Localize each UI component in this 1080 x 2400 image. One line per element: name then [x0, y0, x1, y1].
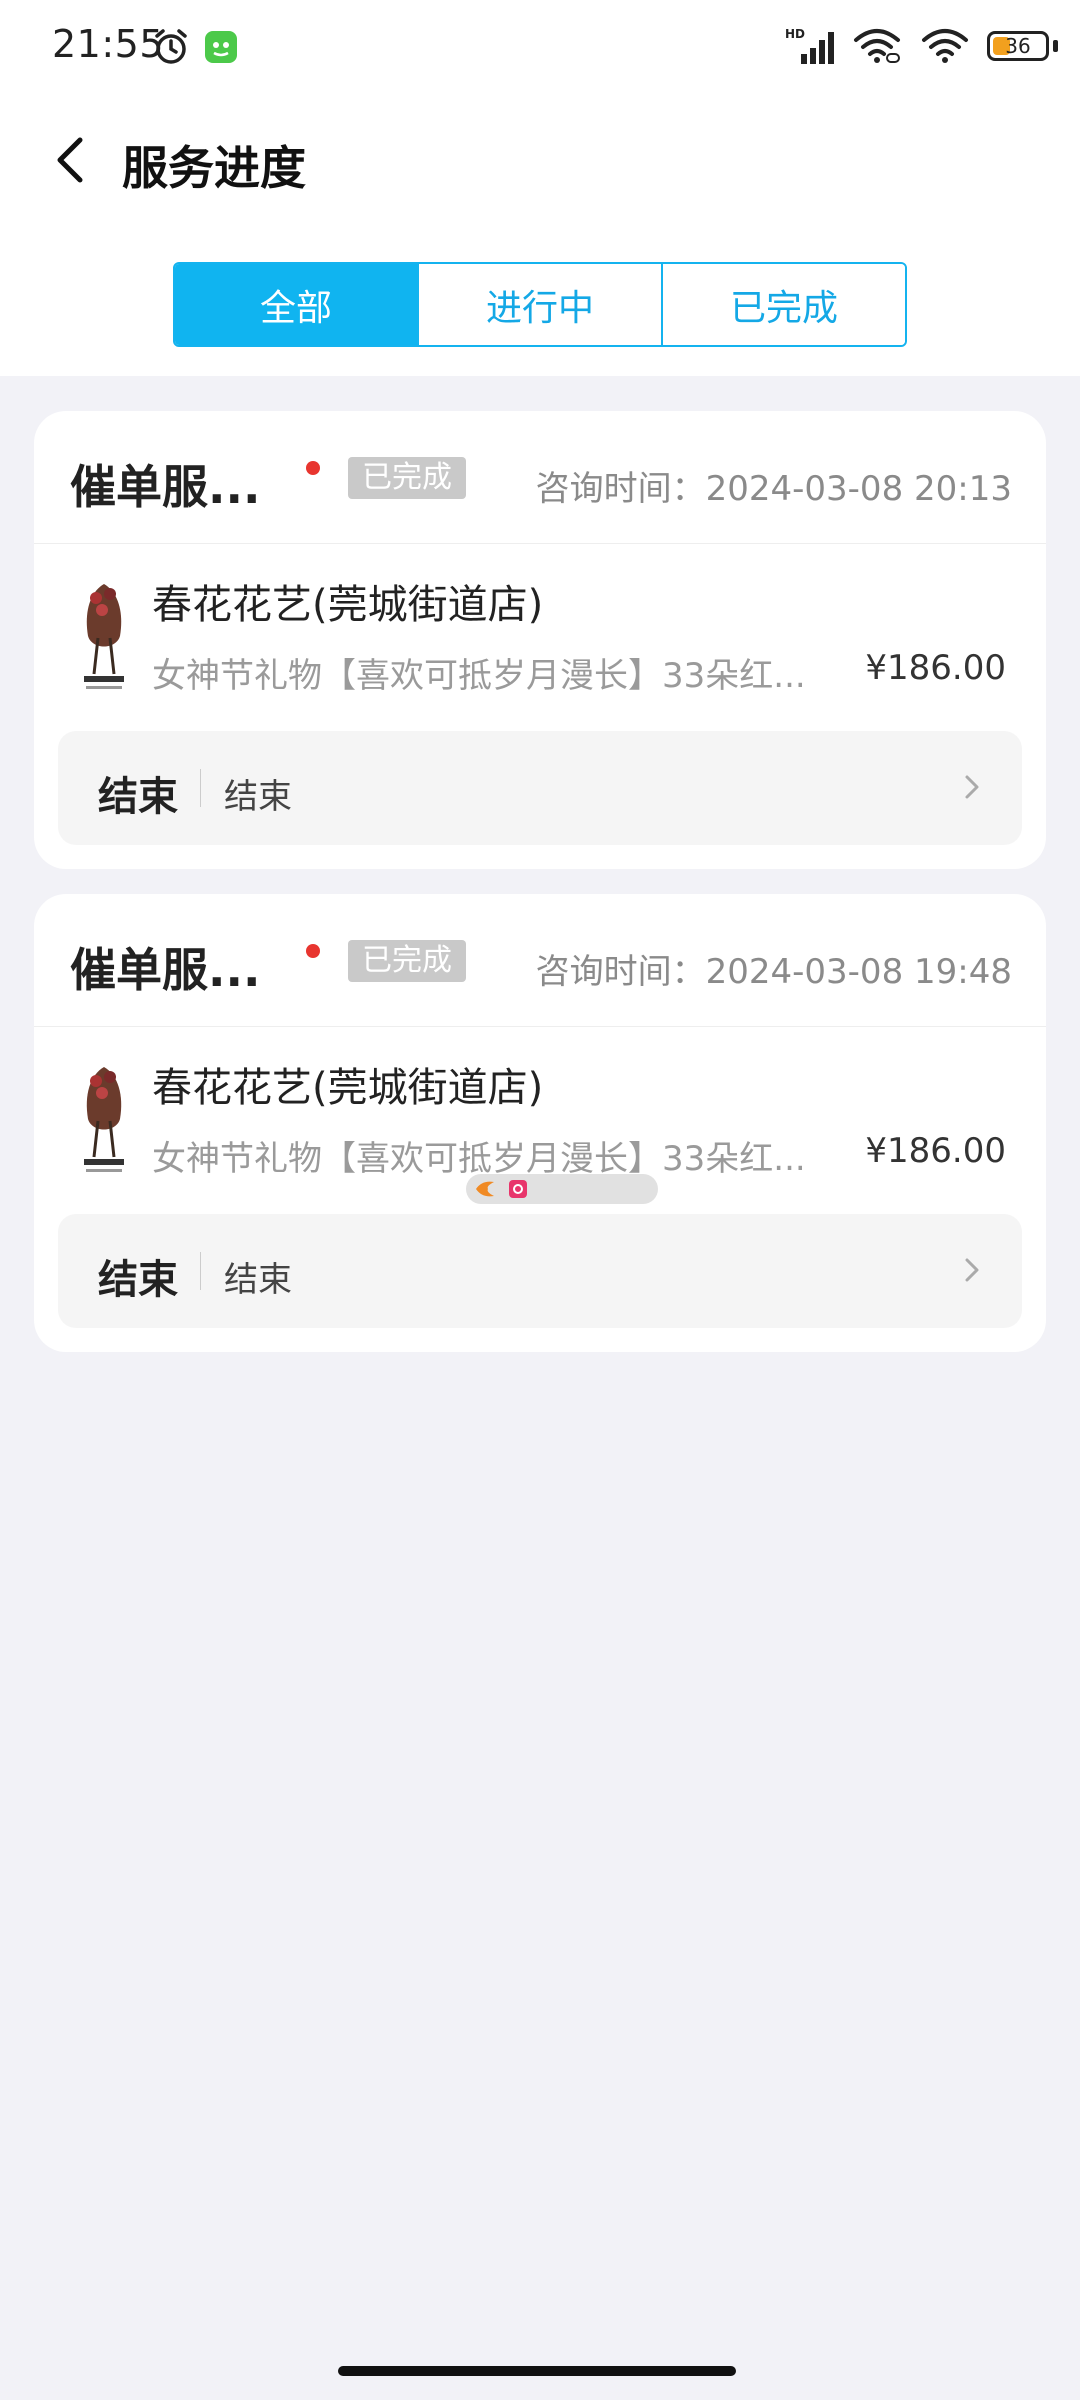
- wifi-link-icon: [854, 29, 900, 63]
- battery-level: 36: [1005, 34, 1031, 58]
- product-price: ¥186.00: [865, 648, 1006, 688]
- card-title: 催单服...: [70, 943, 261, 997]
- watermark-badge-icon: [509, 1180, 527, 1198]
- consult-time: 咨询时间：2024-03-08 20:13: [535, 469, 1012, 509]
- status-bar: 21:55 HD 36: [0, 0, 1080, 100]
- battery-tip: [1053, 40, 1058, 52]
- divider: [200, 769, 201, 807]
- tab-in-progress[interactable]: 进行中: [417, 264, 661, 345]
- status-left-icons: [152, 28, 238, 66]
- product-description: 女神节礼物【喜欢可抵岁月漫长】33朵红...: [152, 1139, 806, 1179]
- product-description: 女神节礼物【喜欢可抵岁月漫长】33朵红...: [152, 656, 806, 696]
- watermark: [466, 1174, 658, 1204]
- result-value: 结束: [224, 777, 292, 817]
- result-value: 结束: [224, 1260, 292, 1300]
- product-thumbnail: [76, 1061, 132, 1181]
- app-notification-icon: [205, 31, 237, 63]
- cellular-signal-icon: HD: [785, 27, 834, 64]
- network-type: HD: [785, 27, 805, 41]
- card-header: 催单服... 已完成 咨询时间：2024-03-08 19:48: [34, 894, 1046, 1027]
- watermark-logo-icon: [476, 1181, 494, 1197]
- result-row[interactable]: 结束 结束: [58, 1214, 1022, 1328]
- tab-completed[interactable]: 已完成: [661, 264, 905, 345]
- chevron-right-icon: [965, 775, 979, 799]
- status-time: 21:55: [52, 22, 165, 66]
- status-badge: 已完成: [348, 457, 466, 499]
- header: 服务进度: [0, 110, 1080, 210]
- product-thumbnail: [76, 578, 132, 698]
- product-price: ¥186.00: [865, 1131, 1006, 1171]
- consult-time: 咨询时间：2024-03-08 19:48: [535, 952, 1012, 992]
- result-label: 结束: [98, 774, 178, 820]
- home-indicator[interactable]: [338, 2366, 736, 2376]
- battery-icon: 36: [987, 31, 1049, 61]
- unread-dot: [306, 944, 320, 958]
- alarm-icon: [155, 29, 187, 64]
- filter-tabs: 全部 进行中 已完成: [173, 262, 907, 347]
- status-badge: 已完成: [348, 940, 466, 982]
- card-body: 春花花艺(莞城街道店) 女神节礼物【喜欢可抵岁月漫长】33朵红... ¥186.…: [34, 544, 1046, 730]
- card-header: 催单服... 已完成 咨询时间：2024-03-08 20:13: [34, 411, 1046, 544]
- back-button[interactable]: [40, 130, 100, 190]
- card-title: 催单服...: [70, 460, 261, 514]
- tab-all[interactable]: 全部: [175, 264, 417, 345]
- shop-name: 春花花艺(莞城街道店): [152, 1065, 544, 1111]
- shop-name: 春花花艺(莞城街道店): [152, 582, 544, 628]
- divider: [200, 1252, 201, 1290]
- result-label: 结束: [98, 1257, 178, 1303]
- back-arrow-icon: [57, 137, 83, 183]
- result-row[interactable]: 结束 结束: [58, 731, 1022, 845]
- chevron-right-icon: [965, 1258, 979, 1282]
- service-card[interactable]: 催单服... 已完成 咨询时间：2024-03-08 20:13 春花花艺(莞城…: [34, 411, 1046, 869]
- page-title: 服务进度: [122, 141, 306, 195]
- wifi-icon: [922, 29, 968, 63]
- status-right: HD 36: [785, 26, 1058, 66]
- unread-dot: [306, 461, 320, 475]
- service-card[interactable]: 催单服... 已完成 咨询时间：2024-03-08 19:48 春花花艺(莞城…: [34, 894, 1046, 1352]
